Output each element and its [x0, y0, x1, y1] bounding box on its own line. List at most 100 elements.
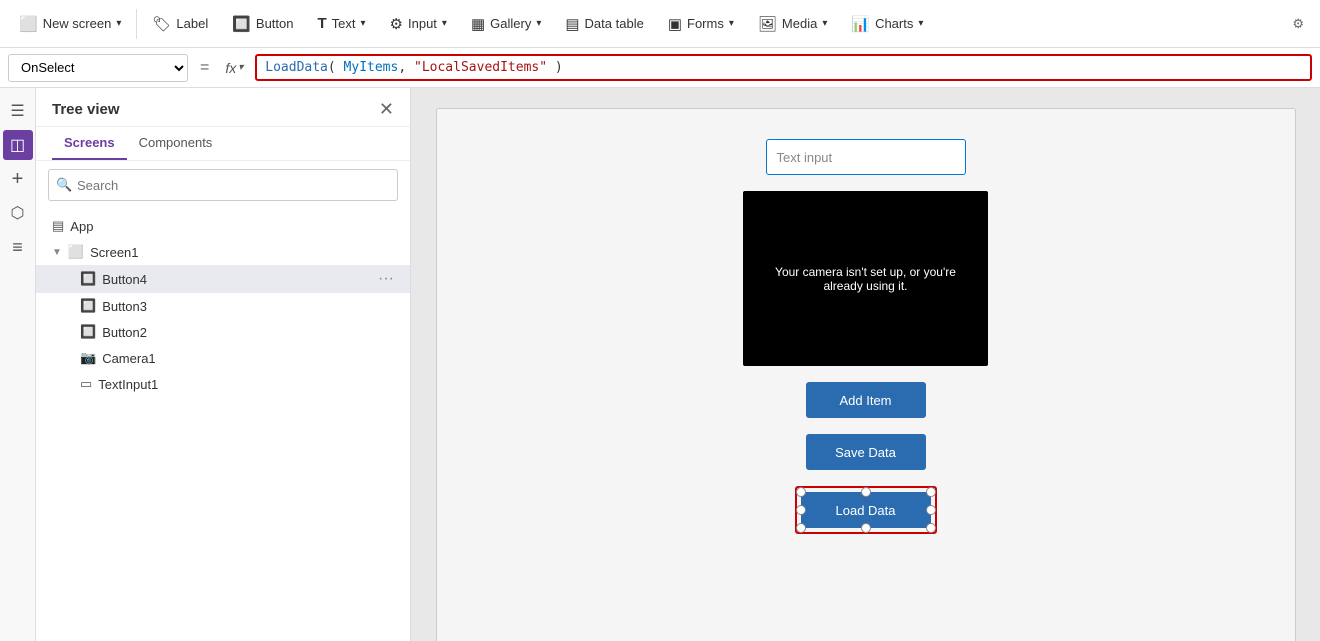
tree-item-textinput1[interactable]: ▭ TextInput1 [36, 371, 410, 397]
new-screen-chevron: ▾ [116, 18, 121, 29]
tree-item-button3[interactable]: 🔲 Button3 [36, 293, 410, 319]
screen1-icon: ⬜ [68, 244, 84, 260]
toolbar-input[interactable]: ⚙ Input ▾ [379, 9, 458, 39]
text-label: Text [332, 16, 356, 31]
button2-icon: 🔲 [80, 324, 96, 340]
handle-tl[interactable] [796, 487, 806, 497]
button3-label: Button3 [102, 299, 394, 314]
sidebar-icon-data[interactable]: ⬡ [3, 198, 33, 228]
load-data-selection: Load Data [795, 486, 937, 534]
text-input-control[interactable]: Text input [766, 139, 966, 175]
label-icon: 🏷 [152, 15, 171, 33]
formula-fx-button[interactable]: fx ▾ [221, 60, 247, 76]
handle-tr[interactable] [926, 487, 936, 497]
app-icon: ▤ [52, 218, 64, 234]
toolbar-text[interactable]: T Text ▾ [307, 9, 377, 38]
gallery-icon: ▦ [471, 15, 485, 33]
tree-search: 🔍 [48, 169, 398, 201]
camera1-icon: 📷 [80, 350, 96, 366]
toolbar-new-screen[interactable]: ⬜ New screen ▾ [8, 9, 132, 39]
tree-close-button[interactable]: ✕ [379, 100, 394, 118]
textinput1-icon: ▭ [80, 376, 92, 392]
tree-title: Tree view [52, 101, 120, 118]
camera1-label: Camera1 [102, 351, 394, 366]
tree-item-button4[interactable]: 🔲 Button4 ··· [36, 265, 410, 293]
handle-tm[interactable] [861, 487, 871, 497]
input-icon: ⚙ [390, 15, 403, 33]
toolbar-button[interactable]: 🔲 Button [221, 9, 304, 39]
new-screen-icon: ⬜ [19, 15, 38, 33]
save-data-button[interactable]: Save Data [806, 434, 926, 470]
tree-panel: Tree view ✕ Screens Components 🔍 ▤ App ▼… [36, 88, 411, 641]
fx-label: fx [225, 60, 236, 76]
handle-bm[interactable] [861, 523, 871, 533]
toolbar-forms[interactable]: ▣ Forms ▾ [657, 9, 745, 39]
tab-components[interactable]: Components [127, 127, 225, 160]
handle-br[interactable] [926, 523, 936, 533]
toolbar-label[interactable]: 🏷 Label [141, 9, 219, 39]
forms-label: Forms [687, 16, 724, 31]
tab-screens[interactable]: Screens [52, 127, 127, 160]
label-label: Label [176, 16, 208, 31]
media-chevron: ▾ [822, 18, 827, 29]
charts-icon: 📊 [851, 15, 870, 33]
camera-control: Your camera isn't set up, or you're alre… [743, 191, 988, 366]
button4-more-button[interactable]: ··· [378, 270, 394, 288]
search-icon: 🔍 [56, 177, 72, 193]
toolbar-charts[interactable]: 📊 Charts ▾ [840, 9, 934, 39]
fx-chevron: ▾ [238, 62, 243, 73]
sidebar-icon-variables[interactable]: ≡ [3, 232, 33, 262]
sidebar-icon-layers[interactable]: ◫ [3, 130, 33, 160]
left-sidebar: ☰ ◫ + ⬡ ≡ [0, 88, 36, 641]
button-icon: 🔲 [232, 15, 251, 33]
screen1-label: Screen1 [90, 245, 394, 260]
button4-icon: 🔲 [80, 271, 96, 287]
gallery-label: Gallery [490, 16, 531, 31]
screen1-chevron: ▼ [52, 247, 62, 258]
load-data-inner: Load Data [801, 492, 931, 528]
formula-input[interactable]: LoadData( MyItems, "LocalSavedItems" ) [255, 54, 1312, 81]
input-label: Input [408, 16, 437, 31]
charts-label: Charts [875, 16, 913, 31]
camera-message: Your camera isn't set up, or you're alre… [743, 265, 988, 293]
media-icon: 🖼 [758, 15, 777, 33]
divider-1 [136, 9, 137, 39]
forms-icon: ▣ [668, 15, 682, 33]
tree-item-app[interactable]: ▤ App [36, 213, 410, 239]
text-chevron: ▾ [361, 18, 366, 29]
data-table-icon: ▤ [565, 15, 579, 33]
sidebar-icon-hamburger[interactable]: ☰ [3, 96, 33, 126]
handle-bl[interactable] [796, 523, 806, 533]
toolbar-data-table[interactable]: ▤ Data table [554, 9, 654, 39]
toolbar-gallery[interactable]: ▦ Gallery ▾ [460, 9, 552, 39]
sidebar-icon-add[interactable]: + [3, 164, 33, 194]
search-input[interactable] [48, 169, 398, 201]
data-table-label: Data table [585, 16, 644, 31]
button3-icon: 🔲 [80, 298, 96, 314]
tree-item-screen1[interactable]: ▼ ⬜ Screen1 [36, 239, 410, 265]
tree-item-camera1[interactable]: 📷 Camera1 [36, 345, 410, 371]
tree-tabs: Screens Components [36, 127, 410, 161]
forms-chevron: ▾ [729, 18, 734, 29]
tree-item-button2[interactable]: 🔲 Button2 [36, 319, 410, 345]
formula-bar: OnSelect = fx ▾ LoadData( MyItems, "Loca… [0, 48, 1320, 88]
charts-chevron: ▾ [918, 18, 923, 29]
canvas-area: Text input Your camera isn't set up, or … [411, 88, 1320, 641]
text-icon: T [318, 15, 327, 32]
button2-label: Button2 [102, 325, 394, 340]
toolbar-settings[interactable]: ⚙ [1284, 11, 1312, 37]
text-input-placeholder: Text input [777, 150, 833, 165]
formula-property-select[interactable]: OnSelect [8, 54, 188, 82]
textinput1-label: TextInput1 [98, 377, 394, 392]
handle-mr[interactable] [926, 505, 936, 515]
formula-content: LoadData( MyItems, "LocalSavedItems" ) [265, 60, 562, 75]
main-layout: ☰ ◫ + ⬡ ≡ Tree view ✕ Screens Components… [0, 88, 1320, 641]
button4-label: Button4 [102, 272, 372, 287]
canvas-frame: Text input Your camera isn't set up, or … [436, 108, 1296, 641]
handle-ml[interactable] [796, 505, 806, 515]
toolbar-media[interactable]: 🖼 Media ▾ [747, 9, 839, 39]
gallery-chevron: ▾ [536, 18, 541, 29]
add-item-button[interactable]: Add Item [806, 382, 926, 418]
tree-header: Tree view ✕ [36, 88, 410, 127]
tree-body: ▤ App ▼ ⬜ Screen1 🔲 Button4 ··· 🔲 Button… [36, 209, 410, 641]
